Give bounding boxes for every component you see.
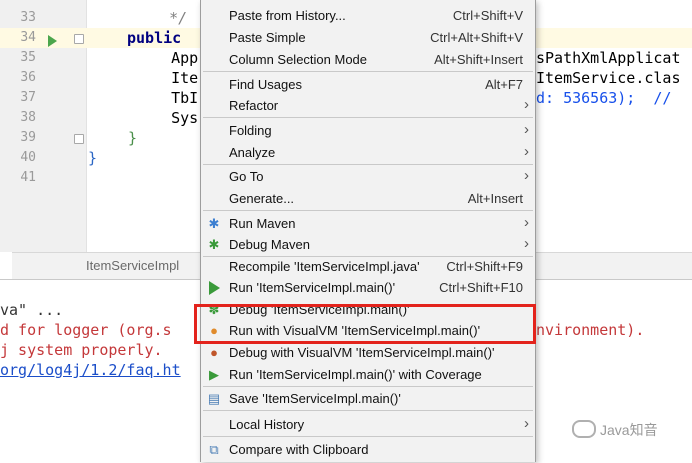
code-text: Ite (135, 69, 199, 87)
compare-icon: ⧉ (209, 442, 219, 457)
line-number: 33 (20, 10, 36, 25)
annotation-highlight-box (194, 304, 536, 344)
line-number: 34 (20, 30, 36, 45)
coverage-icon: ▶ (209, 367, 219, 382)
menu-item-label: Find Usages (229, 77, 302, 92)
menu-item-label: Recompile 'ItemServiceImpl.java' (229, 259, 420, 274)
code-text-right: sPathXmlApplicat (536, 49, 681, 67)
menu-item-debug-maven[interactable]: ✱ Debug Maven › (201, 234, 535, 256)
menu-item-shortcut: Alt+Insert (467, 191, 523, 206)
line-number: 39 (20, 130, 36, 145)
code-text: } (88, 149, 98, 167)
chevron-right-icon: › (524, 96, 529, 113)
line-number: 41 (20, 170, 36, 185)
context-menu: Paste from History... Ctrl+Shift+V Paste… (200, 0, 536, 462)
code-text: Sys (135, 109, 199, 127)
menu-item-label: Column Selection Mode (229, 52, 368, 67)
menu-item-label: Refactor (229, 98, 279, 113)
menu-item-analyze[interactable]: Analyze › (201, 142, 535, 164)
menu-item-save-configuration[interactable]: ▤ Save 'ItemServiceImpl.main()' (201, 388, 535, 410)
menu-item-find-usages[interactable]: Find Usages Alt+F7 (201, 74, 535, 96)
run-gutter-icon[interactable] (48, 35, 57, 47)
menu-item-label: Debug with VisualVM 'ItemServiceImpl.mai… (229, 345, 495, 360)
visualvm-debug-icon: ● (210, 345, 218, 360)
menu-item-debug-with-visualvm[interactable]: ● Debug with VisualVM 'ItemServiceImpl.m… (201, 342, 535, 364)
menu-separator (203, 164, 533, 165)
menu-item-label: Local History (229, 417, 305, 432)
menu-item-label: Run Maven (229, 216, 296, 231)
menu-item-label: Save 'ItemServiceImpl.main()' (229, 391, 401, 406)
menu-separator (203, 210, 533, 211)
console-link[interactable]: org/log4j/1.2/faq.ht (0, 360, 181, 380)
menu-item-run-maven[interactable]: ✱ Run Maven › (201, 213, 535, 235)
menu-separator (203, 71, 533, 72)
code-text: App (135, 49, 199, 67)
chevron-right-icon: › (524, 235, 529, 252)
menu-item-label: Compare with Clipboard (229, 442, 369, 457)
menu-item-shortcut: Alt+Shift+Insert (434, 52, 523, 67)
code-text: */ (142, 9, 188, 27)
menu-item-shortcut: Ctrl+Shift+F9 (446, 259, 523, 274)
save-config-icon: ▤ (207, 391, 221, 406)
chevron-right-icon: › (524, 167, 529, 184)
menu-item-label: Folding (229, 123, 272, 138)
chevron-right-icon: › (524, 143, 529, 160)
menu-item-compare-with-clipboard[interactable]: ⧉ Compare with Clipboard (201, 439, 535, 461)
menu-item-paste-from-history[interactable]: Paste from History... Ctrl+Shift+V (201, 5, 535, 27)
menu-item-label: Analyze (229, 145, 276, 160)
menu-item-label: Run 'ItemServiceImpl.main()' with Covera… (229, 367, 482, 382)
console-line: j system properly. (0, 341, 163, 359)
code-text-right: d: 536563); // (536, 89, 672, 107)
menu-item-folding[interactable]: Folding › (201, 120, 535, 142)
chevron-right-icon: › (524, 121, 529, 138)
line-number: 40 (20, 150, 36, 165)
menu-item-go-to[interactable]: Go To › (201, 166, 535, 188)
breadcrumb[interactable]: ItemServiceImpl (86, 258, 179, 273)
menu-separator (203, 386, 533, 387)
menu-item-shortcut: Ctrl+Alt+Shift+V (430, 30, 523, 45)
watermark-text: Java知音 (600, 422, 658, 438)
console-line: d for logger (org.s (0, 321, 172, 339)
line-number: 35 (20, 50, 36, 65)
menu-item-label: Paste from History... (229, 8, 346, 23)
console-line: va" ... (0, 301, 64, 319)
code-text-right: ItemService.clas (536, 69, 681, 87)
menu-item-label: Generate... (229, 191, 295, 206)
watermark: Java知音 (572, 420, 658, 440)
menu-item-refactor[interactable]: Refactor › (201, 95, 535, 117)
chevron-right-icon: › (524, 214, 529, 231)
menu-item-label: Paste Simple (229, 30, 306, 45)
menu-item-run-with-coverage[interactable]: ▶ Run 'ItemServiceImpl.main()' with Cove… (201, 364, 535, 386)
line-number: 37 (20, 90, 36, 105)
menu-item-local-history[interactable]: Local History › (201, 414, 535, 436)
menu-item-run-main[interactable]: Run 'ItemServiceImpl.main()' Ctrl+Shift+… (201, 277, 535, 299)
menu-item-recompile[interactable]: Recompile 'ItemServiceImpl.java' Ctrl+Sh… (201, 256, 535, 278)
menu-item-shortcut: Ctrl+Shift+V (452, 8, 523, 23)
menu-separator (203, 117, 533, 118)
console-line-right: nvironment). (536, 321, 645, 339)
line-number: 38 (20, 110, 36, 125)
menu-item-paste-simple[interactable]: Paste Simple Ctrl+Alt+Shift+V (201, 27, 535, 49)
fold-icon[interactable] (74, 34, 84, 44)
run-icon (207, 281, 221, 295)
menu-item-column-selection-mode[interactable]: Column Selection Mode Alt+Shift+Insert (201, 49, 535, 71)
code-text: } (110, 129, 138, 147)
wechat-icon (572, 420, 596, 438)
code-text: public (127, 29, 191, 47)
line-number: 36 (20, 70, 36, 85)
gear-icon: ✱ (208, 216, 220, 231)
menu-item-shortcut: Ctrl+Shift+F10 (439, 280, 523, 295)
gear-icon: ✱ (208, 237, 220, 252)
fold-icon[interactable] (74, 134, 84, 144)
menu-item-shortcut: Alt+F7 (485, 77, 523, 92)
menu-item-label: Go To (229, 169, 264, 184)
menu-item-label: Run 'ItemServiceImpl.main()' (229, 280, 396, 295)
chevron-right-icon: › (524, 415, 529, 432)
menu-item-generate[interactable]: Generate... Alt+Insert (201, 188, 535, 210)
code-text: TbI (135, 89, 199, 107)
menu-separator (203, 410, 533, 411)
menu-item-label: Debug Maven (229, 237, 310, 252)
menu-separator (203, 436, 533, 437)
